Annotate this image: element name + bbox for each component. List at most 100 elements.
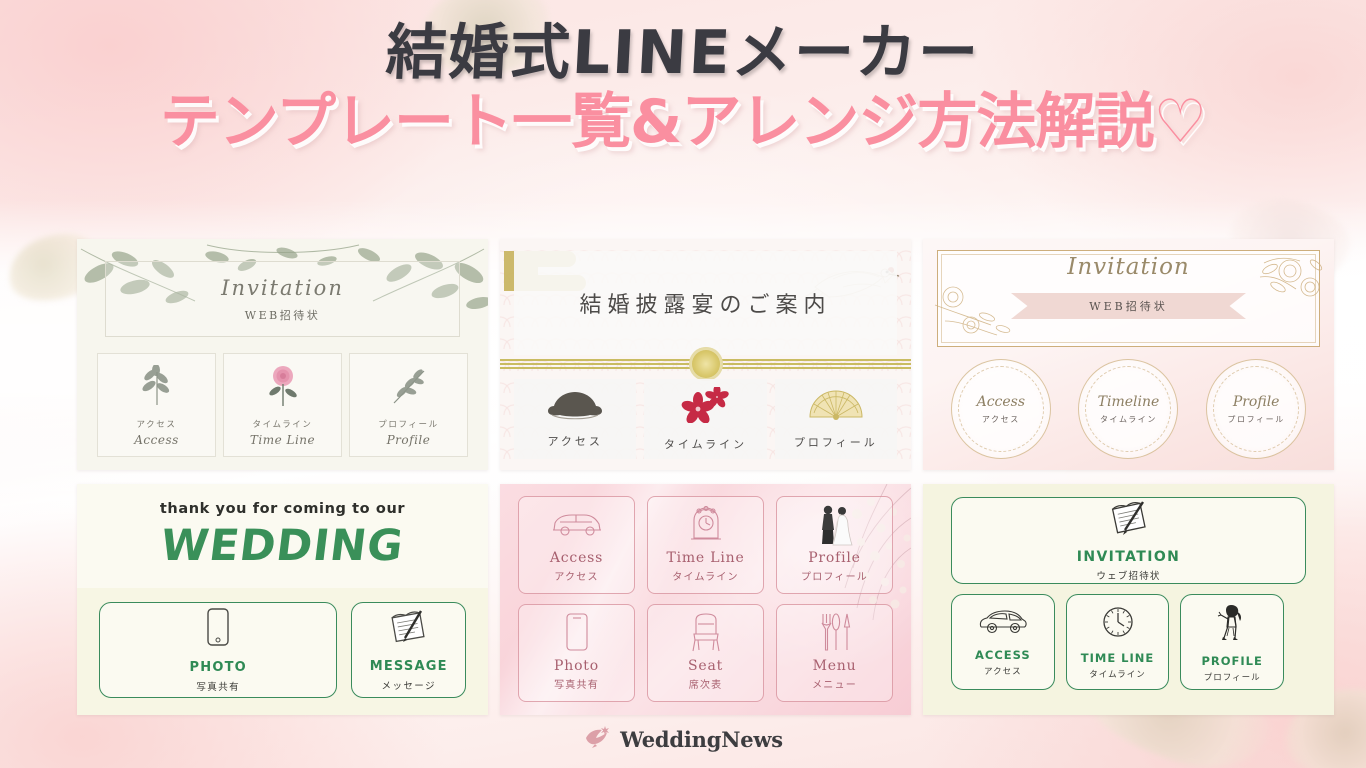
template-card-elegant-gold[interactable]: Invitation WEB招待状 Access アクセス Timeline タ…	[923, 239, 1334, 470]
headline-secondary: テンプレート一覧&アレンジ方法解説♡	[159, 87, 1207, 157]
card1-tile-jp: プロフィール	[378, 420, 439, 430]
card1-tile-en: Access	[134, 433, 179, 447]
card5-tile-en: Seat	[687, 658, 724, 674]
card1-hero-script: Invitation	[221, 275, 344, 300]
card1-tile-en: Time Line	[249, 433, 316, 447]
dove-icon	[583, 725, 613, 754]
card3-medallion-timeline[interactable]: Timeline タイムライン	[1076, 357, 1180, 461]
headline-primary: 結婚式LINEメーカー	[384, 18, 982, 88]
card1-tile-timeline[interactable]: タイムライン Time Line	[223, 353, 342, 457]
card5-tile-jp: メニュー	[812, 680, 857, 691]
card5-tile-menu[interactable]: Menu メニュー	[776, 604, 893, 702]
card4-button-jp: メッセージ	[381, 681, 436, 692]
card5-tile-seat[interactable]: Seat 席次表	[647, 604, 764, 702]
card2-title: 結婚披露宴のご案内	[579, 293, 832, 318]
card1-tile-jp: タイムライン	[252, 420, 313, 430]
card5-tile-jp: プロフィール	[801, 572, 868, 583]
card1-hero-jp: WEB招待状	[244, 308, 321, 322]
card5-tile-grid: Access アクセス Time Line タイムライン Profile プロフ…	[518, 496, 893, 702]
card2-tile-label: アクセス	[547, 434, 603, 448]
card1-hero-frame: Invitation WEB招待状	[105, 261, 460, 337]
card6-invitation-button[interactable]: INVITATION ウェブ招待状	[951, 497, 1306, 584]
cutlery-icon	[816, 605, 854, 658]
card3-medallion-en: Access	[976, 393, 1026, 410]
card6-button-profile[interactable]: PROFILE プロフィール	[1180, 594, 1285, 690]
card1-tile-profile[interactable]: プロフィール Profile	[349, 353, 468, 457]
template-card-botanical-ivory[interactable]: Invitation WEB招待状 アクセス Access タイムライン Tim…	[77, 239, 488, 470]
card1-tile-row: アクセス Access タイムライン Time Line プロフィール Prof…	[97, 353, 468, 457]
leaf-branch-icon	[138, 354, 176, 418]
olive-branch-icon	[388, 354, 430, 418]
template-card-retro-green[interactable]: thank you for coming to our WEDDING PHOT…	[77, 484, 488, 715]
card3-medallion-en: Profile	[1232, 393, 1280, 410]
card5-tile-jp: タイムライン	[672, 572, 739, 583]
notepad-pen-icon	[388, 608, 430, 651]
card5-tile-profile[interactable]: Profile プロフィール	[776, 496, 893, 594]
card5-tile-photo[interactable]: Photo 写真共有	[518, 604, 635, 702]
card3-medallion-jp: プロフィール	[1227, 414, 1285, 424]
card5-tile-en: Profile	[808, 550, 861, 566]
card6-button-en: ACCESS	[974, 647, 1031, 662]
car-icon	[550, 497, 604, 550]
card2-tile-row: アクセス タイムライン プロフィール	[514, 379, 897, 459]
card1-tile-en: Profile	[386, 433, 431, 447]
card6-button-en: PROFILE	[1201, 653, 1263, 668]
sakura-icon	[676, 384, 734, 428]
card4-button-message[interactable]: MESSAGE メッセージ	[351, 602, 466, 698]
card3-medallion-en: Timeline	[1097, 393, 1160, 410]
card4-button-row: PHOTO 写真共有 MESSAGE メッセージ	[99, 602, 466, 698]
pine-tree-icon	[546, 390, 604, 425]
retro-car-icon	[977, 608, 1029, 641]
card5-tile-en: Time Line	[666, 550, 745, 566]
pink-rose-icon	[264, 354, 302, 418]
card4-button-photo[interactable]: PHOTO 写真共有	[99, 602, 338, 698]
card5-tile-jp: アクセス	[554, 572, 599, 583]
card6-button-timeline[interactable]: TIME LINE タイムライン	[1065, 594, 1170, 690]
card4-wedding-word: WEDDING	[158, 521, 407, 571]
card3-medallion-jp: タイムライン	[1099, 414, 1157, 424]
card5-tile-en: Access	[549, 550, 604, 566]
card3-hero-script: Invitation	[1067, 254, 1190, 280]
card4-header: thank you for coming to our WEDDING	[77, 484, 488, 588]
card2-tile-access[interactable]: アクセス	[514, 379, 637, 459]
card3-ribbon-label: WEB招待状	[1089, 300, 1168, 313]
card4-button-jp: 写真共有	[196, 682, 241, 693]
card1-tile-access[interactable]: アクセス Access	[97, 353, 216, 457]
card6-button-jp: プロフィール	[1203, 672, 1261, 683]
template-card-pink-grid[interactable]: Access アクセス Time Line タイムライン Profile プロフ…	[500, 484, 911, 715]
card6-button-jp: タイムライン	[1089, 669, 1146, 680]
card2-title-panel: 結婚披露宴のご案内	[514, 251, 897, 355]
wall-clock-icon	[1101, 605, 1135, 644]
card2-tile-label: プロフィール	[793, 435, 878, 449]
poster-headline: 結婚式LINEメーカー テンプレート一覧&アレンジ方法解説♡	[0, 18, 1366, 157]
card4-thankyou-line: thank you for coming to our	[159, 501, 406, 517]
card6-invitation-jp: ウェブ招待状	[1096, 570, 1161, 582]
card6-button-row: ACCESS アクセス TIME LINE タイムライン PROFILE プロフ…	[951, 594, 1285, 690]
card3-medallion-profile[interactable]: Profile プロフィール	[1204, 357, 1308, 461]
gold-fan-icon	[806, 389, 866, 426]
card1-tile-jp: アクセス	[136, 420, 177, 430]
card2-tile-label: タイムライン	[663, 437, 748, 451]
smartphone-icon	[564, 605, 590, 658]
bride-groom-icon	[813, 497, 857, 550]
mantel-clock-icon	[686, 497, 726, 550]
card3-medallion-access[interactable]: Access アクセス	[949, 357, 1053, 461]
card2-tile-timeline[interactable]: タイムライン	[644, 379, 767, 459]
footer-logo: WeddingNews	[0, 725, 1366, 754]
card4-button-en: MESSAGE	[369, 659, 448, 674]
template-card-japanese-washi[interactable]: 結婚披露宴のご案内 アクセス タイムライン プロフィール	[500, 239, 911, 470]
template-card-green-invitation[interactable]: INVITATION ウェブ招待状 ACCESS アクセス TIME LINE …	[923, 484, 1334, 715]
card5-tile-access[interactable]: Access アクセス	[518, 496, 635, 594]
chair-icon	[687, 605, 725, 658]
bride-icon	[1215, 602, 1249, 647]
card6-invitation-en: INVITATION	[1076, 548, 1181, 565]
mizuhiki-knot-icon	[688, 347, 723, 381]
card6-button-jp: アクセス	[984, 666, 1022, 677]
poster-canvas: 結婚式LINEメーカー テンプレート一覧&アレンジ方法解説♡ Invitatio…	[0, 0, 1366, 768]
card3-ribbon: WEB招待状	[1011, 293, 1246, 319]
template-gallery-grid: Invitation WEB招待状 アクセス Access タイムライン Tim…	[77, 239, 1334, 715]
card5-tile-jp: 写真共有	[554, 680, 599, 691]
card5-tile-timeline[interactable]: Time Line タイムライン	[647, 496, 764, 594]
card2-tile-profile[interactable]: プロフィール	[774, 379, 897, 459]
card6-button-access[interactable]: ACCESS アクセス	[951, 594, 1055, 690]
